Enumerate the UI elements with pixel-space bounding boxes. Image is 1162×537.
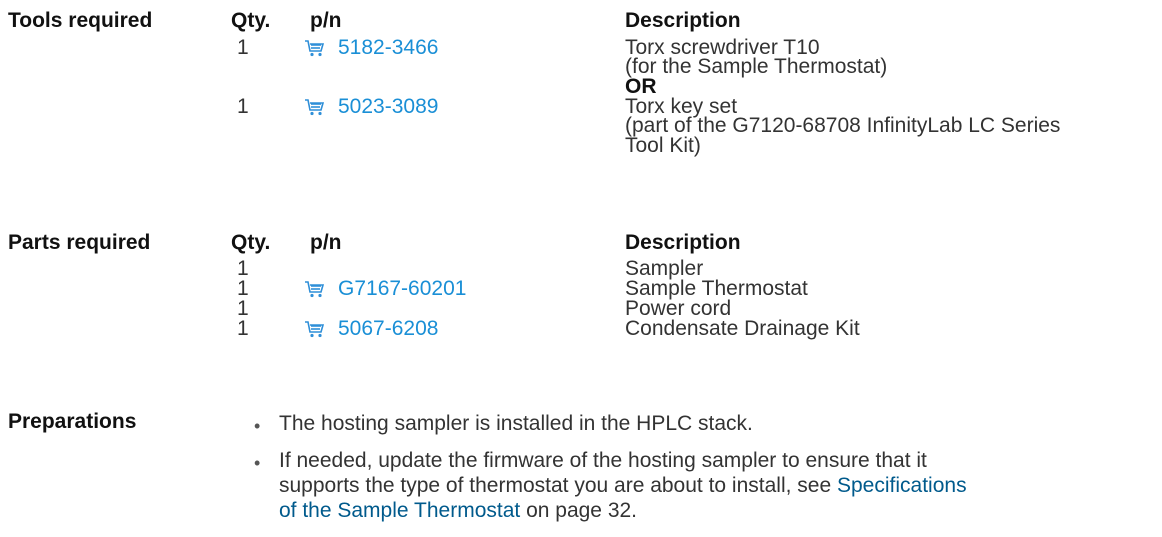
part-3-description: Power cord: [625, 297, 732, 320]
shopping-cart-icon[interactable]: [304, 98, 325, 116]
preparations-label: Preparations: [8, 410, 137, 433]
part-2-part-number-link[interactable]: G7167-60201: [338, 278, 466, 299]
bullet-point: •: [254, 453, 261, 473]
part-4-description: Condensate Drainage Kit: [625, 317, 860, 340]
tool-2-desc-line-2: (part of the G7120-68708 InfinityLab LC …: [625, 114, 1061, 137]
part-4-part-number-link[interactable]: 5067-6208: [338, 318, 438, 339]
bullet-point: •: [254, 416, 261, 436]
tools-description-header: Description: [625, 9, 741, 32]
tools-pn-header: p/n: [310, 9, 342, 32]
tool-1-qty: 1: [237, 36, 249, 59]
part-3-qty: 1: [237, 297, 249, 320]
specifications-link[interactable]: Specifications: [837, 474, 967, 497]
shopping-cart-icon[interactable]: [304, 280, 325, 298]
part-1-description: Sampler: [625, 257, 704, 280]
preparation-item-1: The hosting sampler is installed in the …: [279, 412, 753, 435]
tools-required-label: Tools required: [8, 9, 153, 32]
preparation-item-2-text: supports the type of thermostat you are …: [279, 474, 837, 497]
tool-1-desc-line-2: (for the Sample Thermostat): [625, 55, 888, 78]
sample-thermostat-link[interactable]: of the Sample Thermostat: [279, 499, 520, 522]
part-1-qty: 1: [237, 257, 249, 280]
or-separator: OR: [625, 75, 657, 98]
part-2-qty: 1: [237, 277, 249, 300]
parts-qty-header: Qty.: [231, 231, 271, 254]
preparation-item-2-line-3: of the Sample Thermostat on page 32.: [279, 499, 638, 522]
preparation-item-2-line-2: supports the type of thermostat you are …: [279, 474, 967, 497]
tool-2-part-number-link[interactable]: 5023-3089: [338, 96, 438, 117]
tool-2-qty: 1: [237, 95, 249, 118]
shopping-cart-icon[interactable]: [304, 39, 325, 57]
part-4-qty: 1: [237, 317, 249, 340]
parts-pn-header: p/n: [310, 231, 342, 254]
tool-1-part-number-link[interactable]: 5182-3466: [338, 37, 438, 58]
part-2-description: Sample Thermostat: [625, 277, 808, 300]
shopping-cart-icon[interactable]: [304, 320, 325, 338]
page-reference: on page 32.: [520, 499, 638, 522]
preparation-item-2-line-1: If needed, update the firmware of the ho…: [279, 449, 927, 472]
tools-qty-header: Qty.: [231, 9, 271, 32]
parts-description-header: Description: [625, 231, 741, 254]
parts-required-label: Parts required: [8, 231, 151, 254]
tool-2-desc-line-3: Tool Kit): [625, 134, 701, 157]
